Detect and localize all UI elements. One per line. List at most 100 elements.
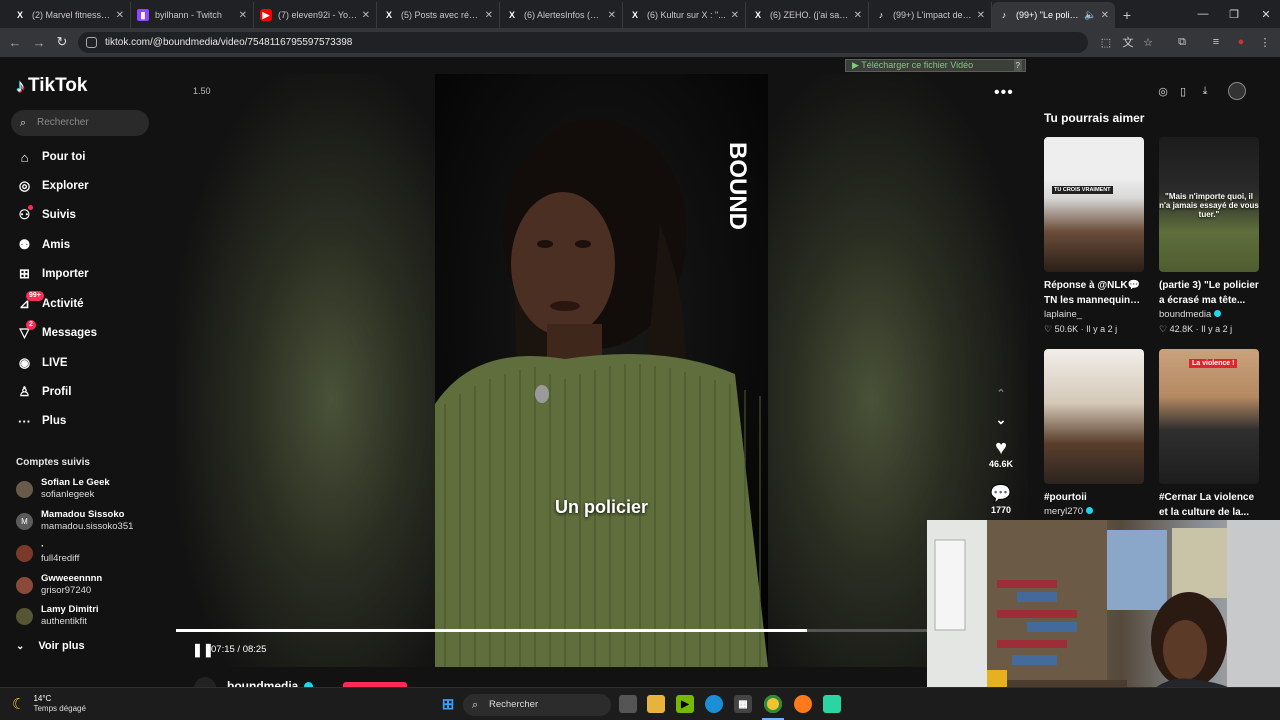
- help-icon[interactable]: ?: [1013, 60, 1022, 71]
- file-explorer-icon[interactable]: [647, 695, 665, 713]
- followed-account[interactable]: Gwweeennnn grisor97240: [16, 570, 102, 600]
- close-window-button[interactable]: ✕: [1250, 0, 1280, 28]
- weather-widget[interactable]: ☾ 14°C Temps dégagé: [12, 694, 86, 714]
- suggestion-card[interactable]: #pourtoii meryl270: [1044, 349, 1144, 519]
- previous-video-chevron-icon[interactable]: ⌃: [986, 387, 1016, 400]
- tiktok-logo[interactable]: ♪ TikTok: [16, 75, 87, 97]
- reload-icon[interactable]: ↻: [53, 33, 71, 51]
- download-video-bar[interactable]: ▶ Télécharger ce fichier Vidéo ?: [845, 59, 1026, 72]
- new-tab-button[interactable]: +: [1115, 2, 1139, 28]
- tab-title: (6) ZEHO. (j'ai sauté): [770, 10, 850, 20]
- followed-account[interactable]: M Mamadou Sissoko mamadou.sissoko351: [16, 506, 133, 536]
- close-tab-icon[interactable]: ✕: [608, 10, 616, 21]
- playback-speed[interactable]: 1.50: [193, 86, 211, 96]
- play-icon: ▶: [852, 60, 862, 70]
- reading-list-icon[interactable]: ≡: [1208, 34, 1224, 50]
- task-view-icon[interactable]: [619, 695, 637, 713]
- nav-item-profil[interactable]: ♙ Profil: [16, 382, 72, 402]
- user-avatar[interactable]: [1228, 82, 1246, 100]
- translate-icon[interactable]: 文: [1120, 34, 1136, 50]
- nav-item-plus[interactable]: ··· Plus: [16, 411, 66, 431]
- browser-tab[interactable]: ▶ (7) eleven92i - YouTube ✕: [254, 2, 377, 28]
- nav-label: Messages: [42, 327, 97, 339]
- bookmark-star-icon[interactable]: ☆: [1140, 34, 1156, 50]
- browser-tab[interactable]: X (6) Kultur sur X : "... ✕: [623, 2, 746, 28]
- address-bar[interactable]: tiktok.com/@boundmedia/video/75481167955…: [78, 32, 1088, 53]
- followed-account[interactable]: Lamy Dimitri authentikfit: [16, 601, 99, 631]
- video-thumbnail[interactable]: [1044, 349, 1144, 484]
- back-icon[interactable]: ←: [6, 33, 24, 51]
- browser-tab[interactable]: X (2) Marvel fitness #... ✕: [8, 2, 131, 28]
- download-icon[interactable]: ⤓: [1198, 84, 1212, 98]
- firefox-icon[interactable]: [794, 695, 812, 713]
- close-tab-icon[interactable]: ✕: [731, 10, 739, 21]
- browser-tab[interactable]: ▮ byilhann - Twitch ✕: [131, 2, 254, 28]
- video-thumbnail[interactable]: La violence !: [1159, 349, 1259, 484]
- search-input[interactable]: ⌕ Rechercher: [11, 110, 149, 136]
- browser-tab[interactable]: X (6) AlertesInfos (@Al... ✕: [500, 2, 623, 28]
- close-tab-icon[interactable]: ✕: [116, 10, 124, 21]
- profile-avatar-icon[interactable]: ●: [1233, 34, 1249, 50]
- suggestion-card[interactable]: "Mais n'importe quoi, il n'a jamais essa…: [1159, 137, 1259, 336]
- see-more-button[interactable]: ⌄ Voir plus: [16, 640, 85, 652]
- store-icon[interactable]: ▦: [734, 695, 752, 713]
- suggestion-card[interactable]: TU CROIS VRAIMENT Réponse à @NLK💬 TN les m…: [1044, 137, 1144, 336]
- install-app-icon[interactable]: ⬚: [1098, 34, 1114, 50]
- close-tab-icon[interactable]: ✕: [239, 10, 247, 21]
- nav-item-live[interactable]: ◉ LIVE: [16, 353, 68, 373]
- chrome-icon[interactable]: [764, 695, 782, 713]
- friends-icon: ⚉: [18, 237, 31, 252]
- browser-tab[interactable]: ♪ (99+) L'impact des vi... ✕: [869, 2, 992, 28]
- x-icon: X: [16, 10, 23, 20]
- verified-icon: [1214, 310, 1222, 317]
- nav-item-amis[interactable]: ⚉ Amis: [16, 235, 70, 255]
- card-stats: ♡ 50.6K · Il y a 2 j: [1044, 324, 1118, 334]
- nav-item-pour-toi[interactable]: ⌂ Pour toi: [16, 147, 86, 167]
- close-tab-icon[interactable]: ✕: [362, 10, 370, 21]
- video-frame[interactable]: BOUND Un policier: [435, 74, 768, 667]
- chevron-down-icon: ⌄: [16, 640, 25, 652]
- suggestion-card[interactable]: La violence ! #Cernar La violence et la cu…: [1159, 349, 1259, 520]
- tab-title: (6) Kultur sur X : "...: [647, 10, 726, 20]
- taskbar-search[interactable]: ⌕ Rechercher: [463, 694, 611, 716]
- extensions-icon[interactable]: ⧉: [1174, 34, 1190, 50]
- nav-label: Importer: [42, 268, 89, 280]
- moon-icon: ☾: [12, 696, 26, 713]
- minimize-button[interactable]: —: [1187, 0, 1219, 28]
- close-tab-icon[interactable]: ✕: [854, 10, 862, 21]
- windows-start-icon[interactable]: ⊞: [439, 695, 457, 713]
- maximize-button[interactable]: ❐: [1218, 0, 1250, 28]
- nav-item-explorer[interactable]: ◎ Explorer: [16, 176, 89, 196]
- edge-icon[interactable]: [705, 695, 723, 713]
- video-thumbnail[interactable]: TU CROIS VRAIMENT: [1044, 137, 1144, 272]
- nav-item-activit-[interactable]: ⊿ 99+ Activité: [16, 290, 84, 314]
- close-tab-icon[interactable]: ✕: [1101, 10, 1109, 21]
- device-icon[interactable]: ▯: [1176, 84, 1190, 98]
- forward-icon[interactable]: →: [30, 33, 48, 51]
- more-options-icon[interactable]: •••: [994, 84, 1014, 102]
- next-video-chevron-icon[interactable]: ⌄: [986, 412, 1016, 428]
- like-button[interactable]: ♥ 46.6K: [986, 437, 1016, 469]
- site-info-icon[interactable]: [86, 37, 97, 48]
- speaker-icon[interactable]: 🔈: [1084, 10, 1096, 21]
- nvidia-icon[interactable]: ▶: [676, 695, 694, 713]
- gauge-icon[interactable]: ◎: [1156, 84, 1170, 98]
- video-player[interactable]: BOUND Un policier 1.50 ••• ❚❚ 07:15 / 08…: [176, 74, 1028, 667]
- app-icon[interactable]: [823, 695, 841, 713]
- video-progress-bar[interactable]: [176, 629, 1028, 632]
- comment-button[interactable]: 💬 1770: [986, 483, 1016, 515]
- followed-account[interactable]: · full4rediff: [16, 538, 79, 568]
- browser-tab[interactable]: X (6) ZEHO. (j'ai sauté) ✕: [746, 2, 869, 28]
- close-tab-icon[interactable]: ✕: [485, 10, 493, 21]
- video-thumbnail[interactable]: "Mais n'importe quoi, il n'a jamais essa…: [1159, 137, 1259, 272]
- nav-item-suivis[interactable]: ⚇ Suivis: [16, 204, 76, 225]
- card-caption: #pourtoii: [1044, 492, 1087, 503]
- browser-tab[interactable]: ♪ (99+) "Le policier 🔈 ✕: [992, 2, 1115, 28]
- nav-item-messages[interactable]: ▽ 2 Messages: [16, 319, 97, 343]
- card-stats: ♡ 42.8K · Il y a 2 j: [1159, 324, 1233, 334]
- browser-menu-icon[interactable]: ⋮: [1257, 34, 1273, 50]
- nav-item-importer[interactable]: ⊞ Importer: [16, 264, 89, 284]
- close-tab-icon[interactable]: ✕: [977, 10, 985, 21]
- browser-tab[interactable]: X (5) Posts avec réponse ✕: [377, 2, 500, 28]
- followed-account[interactable]: Sofian Le Geek sofianlegeek: [16, 474, 110, 504]
